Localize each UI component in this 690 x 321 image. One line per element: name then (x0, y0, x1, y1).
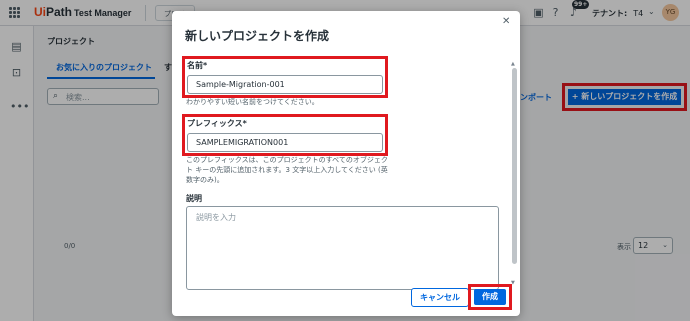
prefix-helper-line-1: このプレフィックスは、このプロジェクトのすべてのオブジェク (186, 156, 388, 164)
scrollbar-thumb[interactable] (512, 68, 517, 264)
prefix-helper-line-3: 数字のみ)。 (186, 176, 224, 184)
description-label: 説明 (186, 194, 202, 203)
name-field-highlight: 名前* Sample-Migration-001 (182, 56, 388, 98)
name-label: 名前* (187, 61, 208, 70)
prefix-label: プレフィックス* (187, 119, 247, 128)
name-helper-text: わかりやすい短い名前をつけてください。 (186, 98, 319, 106)
name-input[interactable]: Sample-Migration-001 (187, 75, 383, 94)
prefix-helper-line-2: ト キーの先頭に追加されます。3 文字以上入力してください (英 (186, 166, 388, 174)
create-button[interactable]: 作成 (474, 289, 506, 305)
description-textarea[interactable]: 説明を入力 (186, 206, 499, 290)
prefix-field-highlight: プレフィックス* SAMPLEMIGRATION001 (182, 114, 388, 156)
dialog-title: 新しいプロジェクトを作成 (185, 29, 330, 43)
prefix-input[interactable]: SAMPLEMIGRATION001 (187, 133, 383, 152)
create-project-dialog: 新しいプロジェクトを作成 ✕ ▲ ▼ 名前* Sample-Migration-… (172, 11, 520, 316)
cancel-button[interactable]: キャンセル (411, 288, 469, 307)
scroll-up-icon[interactable]: ▲ (511, 62, 515, 67)
create-button-highlight: 作成 (468, 284, 512, 310)
dialog-scrollbar[interactable]: ▲ ▼ (511, 62, 517, 287)
close-icon[interactable]: ✕ (502, 17, 510, 27)
description-placeholder: 説明を入力 (196, 213, 236, 222)
